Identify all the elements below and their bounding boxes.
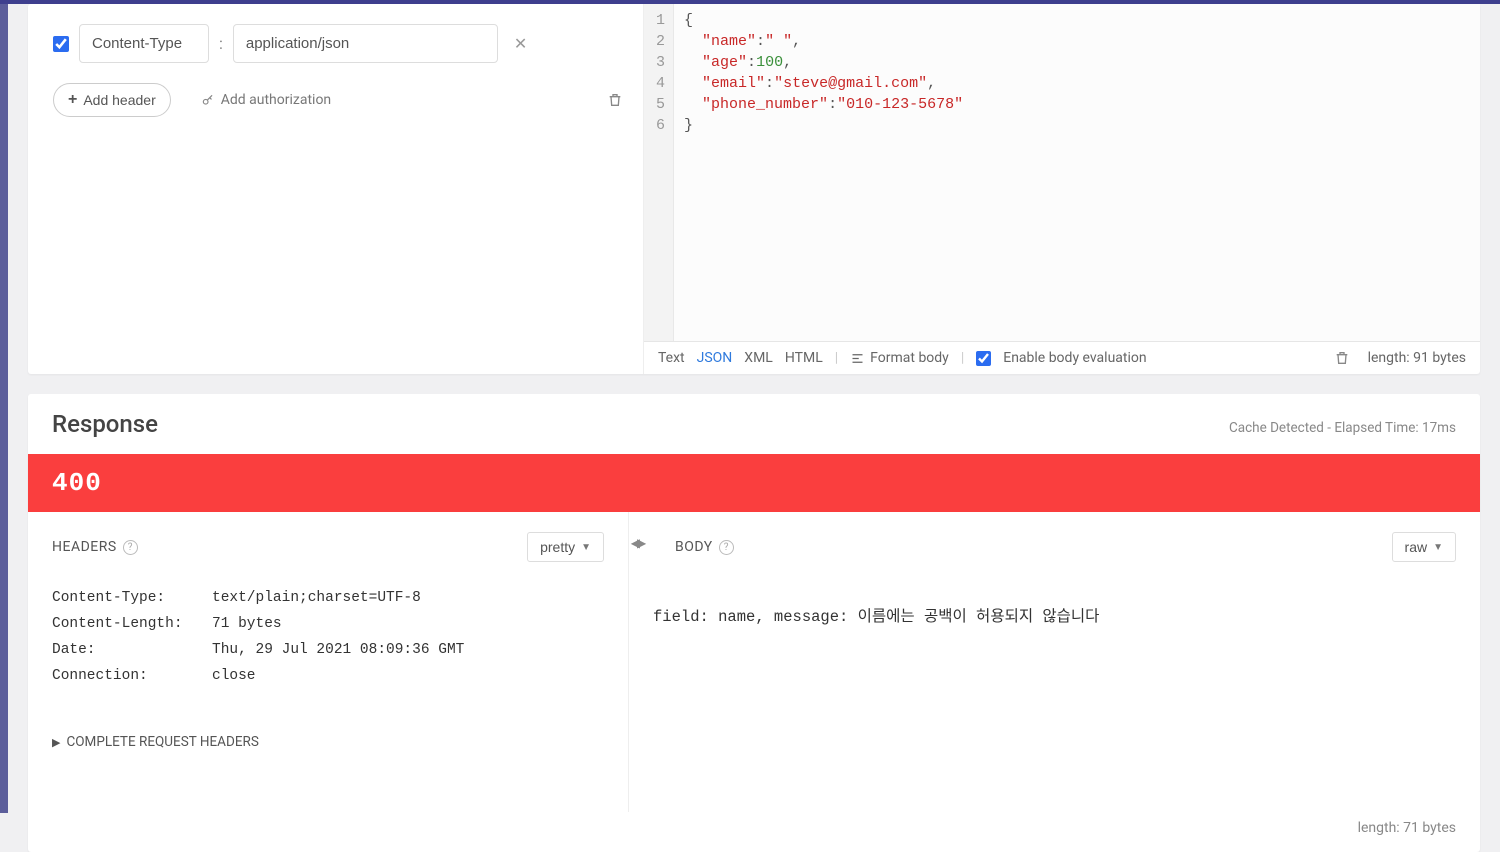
help-icon[interactable]: ? <box>719 540 734 555</box>
status-code: 400 <box>52 468 102 498</box>
body-length-label: length: 91 bytes <box>1368 350 1466 366</box>
format-text-tab[interactable]: Text <box>658 350 685 366</box>
clear-headers-icon[interactable] <box>607 92 623 108</box>
request-headers-column: : ✕ + Add header Add authorization <box>28 4 643 374</box>
add-authorization-label: Add authorization <box>221 92 331 108</box>
header-row: : ✕ <box>53 24 623 63</box>
format-html-tab[interactable]: HTML <box>785 350 823 366</box>
headers-view-dropdown[interactable]: pretty ▼ <box>527 532 604 562</box>
remove-header-icon[interactable]: ✕ <box>514 34 527 53</box>
status-code-bar: 400 <box>28 454 1480 512</box>
body-toolbar: Text JSON XML HTML | Format body | Enabl… <box>644 341 1480 374</box>
add-authorization-button[interactable]: Add authorization <box>201 92 331 108</box>
format-body-button[interactable]: Format body <box>850 350 949 366</box>
header-row-connection: Connection: close <box>52 668 604 684</box>
header-row-content-length: Content-Length: 71 bytes <box>52 616 604 632</box>
key-icon <box>201 93 215 107</box>
window-left-bar <box>0 4 8 813</box>
response-title: Response <box>52 410 158 438</box>
header-row-content-type: Content-Type: text/plain;charset=UTF-8 <box>52 590 604 606</box>
caret-down-icon: ▼ <box>581 542 591 553</box>
toolbar-separator-2: | <box>961 350 964 366</box>
headers-view-label: pretty <box>540 539 575 555</box>
headers-section-label: HEADERS <box>52 539 117 555</box>
response-body-column: ▶ BODY ? raw ▼ field: name, message: 이름에… <box>628 512 1480 812</box>
request-body-editor[interactable]: 123456 { "name":" ", "age":100, "email":… <box>644 4 1480 341</box>
enable-body-evaluation-checkbox[interactable] <box>976 351 991 366</box>
header-enabled-checkbox[interactable] <box>53 36 69 52</box>
response-headers-table: Content-Type: text/plain;charset=UTF-8 C… <box>52 590 604 684</box>
response-body-content: field: name, message: 이름에는 공백이 허용되지 않습니다 <box>653 590 1456 640</box>
collapse-right-icon[interactable]: ▶ <box>637 536 646 550</box>
header-row-date: Date: Thu, 29 Jul 2021 08:09:36 GMT <box>52 642 604 658</box>
caret-down-icon: ▼ <box>1433 542 1443 553</box>
response-header-row: Response Cache Detected - Elapsed Time: … <box>28 394 1480 454</box>
enable-body-evaluation-label: Enable body evaluation <box>1003 350 1146 366</box>
response-body-length: length: 71 bytes <box>28 812 1480 852</box>
code-content: { "name":" ", "age":100, "email":"steve@… <box>674 4 973 341</box>
request-panel: : ✕ + Add header Add authorization <box>28 4 1480 374</box>
body-section-label: BODY <box>675 539 713 555</box>
triangle-right-icon: ▶ <box>52 736 60 749</box>
format-body-label: Format body <box>870 350 949 366</box>
clear-body-icon[interactable] <box>1334 350 1350 366</box>
header-key-input[interactable] <box>79 24 209 63</box>
help-icon[interactable]: ? <box>123 540 138 555</box>
response-panel: Response Cache Detected - Elapsed Time: … <box>28 394 1480 852</box>
complete-request-headers-toggle[interactable]: ▶ COMPLETE REQUEST HEADERS <box>52 734 259 750</box>
response-meta: Cache Detected - Elapsed Time: 17ms <box>1229 420 1456 436</box>
plus-icon: + <box>68 91 77 109</box>
line-gutter: 123456 <box>644 4 674 341</box>
header-colon: : <box>219 34 223 53</box>
complete-request-headers-label: COMPLETE REQUEST HEADERS <box>66 734 258 750</box>
body-view-dropdown[interactable]: raw ▼ <box>1392 532 1456 562</box>
add-header-label: Add header <box>83 92 155 108</box>
request-body-column: 123456 { "name":" ", "age":100, "email":… <box>643 4 1480 374</box>
toolbar-separator: | <box>835 350 838 366</box>
add-header-button[interactable]: + Add header <box>53 83 171 117</box>
header-value-input[interactable] <box>233 24 498 63</box>
response-headers-column: HEADERS ? pretty ▼ ◀ Content-Type: text/… <box>28 512 628 812</box>
format-json-tab[interactable]: JSON <box>697 350 733 366</box>
format-lines-icon <box>850 351 865 366</box>
body-view-label: raw <box>1405 539 1428 555</box>
format-xml-tab[interactable]: XML <box>744 350 773 366</box>
